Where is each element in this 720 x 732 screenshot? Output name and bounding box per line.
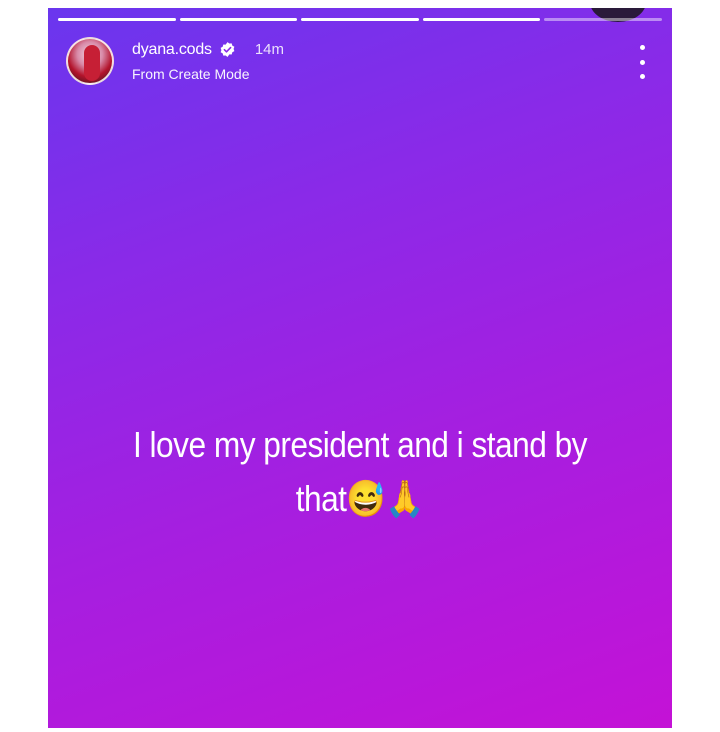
username[interactable]: dyana.cods: [132, 40, 212, 60]
dot: [639, 74, 645, 79]
progress-segment: [422, 18, 541, 21]
more-vertical-icon[interactable]: [632, 45, 652, 79]
story-viewer[interactable]: dyana.cods 14m From Create Mode I love m…: [48, 8, 672, 728]
verified-badge-icon: [219, 41, 236, 58]
progress-segment: [58, 18, 176, 21]
story-caption: I love my president and i stand by that😅…: [133, 424, 588, 519]
dot: [639, 59, 645, 65]
progress-segment: [544, 18, 662, 21]
account-row: dyana.cods 14m: [132, 40, 284, 60]
progress-segment: [301, 18, 419, 21]
account-meta: dyana.cods 14m From Create Mode: [132, 40, 284, 83]
avatar[interactable]: [66, 37, 114, 85]
progress-segment: [179, 18, 298, 21]
post-time: 14m: [254, 40, 285, 58]
story-progress-bar: [58, 18, 662, 21]
story-header: dyana.cods 14m From Create Mode: [66, 33, 652, 89]
story-source-label: From Create Mode: [132, 65, 250, 82]
dot: [639, 45, 645, 50]
